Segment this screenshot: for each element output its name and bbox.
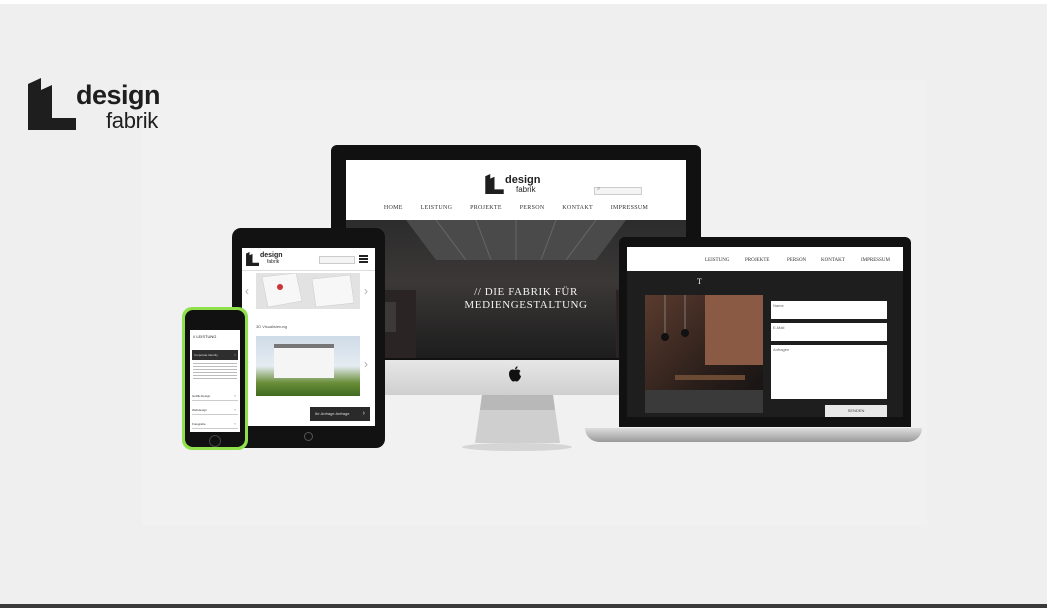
tablet-cta-label: Ihr Anfrage Anfrage	[315, 411, 350, 416]
laptop-heading: T	[697, 277, 702, 286]
hero-tagline: // DIE FABRIK FÜR MEDIENGESTALTUNG	[406, 286, 646, 312]
interior-photo	[645, 295, 763, 413]
chevron-down-icon: ˅	[234, 394, 236, 398]
factory-logo-icon	[485, 174, 504, 194]
nav-person[interactable]: PERSON	[520, 205, 545, 211]
site-logo: design fabrik	[485, 174, 545, 196]
search-input[interactable]: ⌕	[594, 186, 642, 195]
laptop-nav-leistung[interactable]: LEISTUNG	[705, 258, 729, 263]
chevron-right-icon[interactable]: ›	[364, 358, 368, 370]
arrow-right-icon: ›	[362, 410, 365, 417]
phone-mockup: // LEISTUNG Corporate Identity ˄ Grafik-…	[182, 307, 248, 450]
tablet-logo-word1: design	[260, 252, 283, 259]
laptop-nav-impressum[interactable]: IMPRESSUM	[861, 258, 890, 263]
send-button[interactable]: SENDEN	[825, 405, 887, 417]
laptop-screen: LEISTUNG PROJEKTE PERSON KONTAKT IMPRESS…	[627, 247, 903, 417]
laptop-nav-person[interactable]: PERSON	[787, 258, 806, 263]
tablet-logo-word2: fabrik	[267, 259, 280, 265]
tablet-screen: design fabrik ‹ › 3D Visualisierung ‹ ›	[242, 248, 375, 426]
nav-kontakt[interactable]: KONTAKT	[562, 205, 593, 211]
phone-item-3[interactable]: Fotografie ˅	[192, 420, 238, 429]
nav-leistung[interactable]: LEISTUNG	[421, 205, 453, 211]
phone-item-3-label: Fotografie	[192, 422, 206, 426]
laptop-mockup: LEISTUNG PROJEKTE PERSON KONTAKT IMPRESS…	[619, 237, 911, 427]
phone-item-2[interactable]: Webdesign ˅	[192, 406, 238, 415]
phone-section-title: // LEISTUNG	[193, 334, 217, 339]
paper-mockup-illustration	[261, 272, 355, 308]
phone-item-active-label: Corporate Identity	[194, 353, 218, 357]
tablet-cta-button[interactable]: Ihr Anfrage Anfrage ›	[310, 407, 370, 421]
phone-screen: // LEISTUNG Corporate Identity ˄ Grafik-…	[190, 330, 240, 432]
phone-body-text	[193, 363, 237, 385]
phone-item-active[interactable]: Corporate Identity ˄	[192, 350, 238, 360]
name-field[interactable]: Name	[771, 301, 887, 319]
factory-logo-icon	[28, 78, 76, 130]
interior-illustration	[645, 295, 763, 413]
search-icon: ⌕	[597, 186, 601, 192]
main-nav: HOME LEISTUNG PROJEKTE PERSON KONTAKT IM…	[346, 205, 686, 211]
phone-item-2-label: Webdesign	[192, 408, 207, 412]
tablet-mockup: design fabrik ‹ › 3D Visualisierung ‹ ›	[232, 228, 385, 448]
tablet-logo: design fabrik	[246, 252, 286, 268]
phone-home-button	[209, 435, 221, 447]
logo-word-design: design	[76, 80, 161, 110]
chevron-down-icon: ˅	[234, 408, 236, 412]
chevron-down-icon: ˅	[234, 422, 236, 426]
site-header: design fabrik ⌕ HOME LEISTUNG PROJEKTE P…	[346, 160, 686, 220]
chevron-left-icon[interactable]: ‹	[245, 285, 249, 297]
laptop-nav: LEISTUNG PROJEKTE PERSON KONTAKT IMPRESS…	[627, 247, 903, 271]
message-field[interactable]: Anfragen	[771, 345, 887, 399]
phone-body: // LEISTUNG Corporate Identity ˄ Grafik-…	[185, 310, 245, 447]
imac-stand	[462, 395, 572, 451]
tagline-line-2: MEDIENGESTALTUNG	[464, 299, 588, 311]
phone-item-1[interactable]: Grafik-Design ˅	[192, 392, 238, 401]
house-illustration	[274, 344, 334, 378]
apple-logo-icon	[509, 366, 521, 382]
site-logo-word2: fabrik	[516, 185, 536, 194]
chevron-right-icon[interactable]: ›	[364, 285, 368, 297]
top-edge	[0, 0, 1047, 4]
email-field[interactable]: E-Mail	[771, 323, 887, 341]
menu-icon[interactable]	[359, 255, 368, 263]
tablet-home-button	[304, 432, 313, 441]
tablet-search-input[interactable]	[319, 256, 355, 264]
laptop-base	[585, 428, 922, 442]
brand-logo: design fabrik	[28, 78, 178, 134]
chevron-up-icon: ˄	[234, 353, 236, 357]
bottom-edge	[0, 604, 1047, 608]
tablet-caption: 3D Visualisierung	[256, 324, 288, 329]
nav-impressum[interactable]: IMPRESSUM	[611, 205, 648, 211]
nav-home[interactable]: HOME	[384, 205, 403, 211]
tablet-header: design fabrik	[242, 248, 375, 271]
laptop-nav-projekte[interactable]: PROJEKTE	[745, 258, 769, 263]
logo-word-fabrik: fabrik	[106, 108, 158, 133]
tagline-line-1: // DIE FABRIK FÜR	[474, 286, 578, 298]
factory-logo-icon	[246, 252, 259, 266]
slider-image-1	[256, 272, 360, 309]
nav-projekte[interactable]: PROJEKTE	[470, 205, 502, 211]
phone-item-1-label: Grafik-Design	[192, 394, 211, 398]
laptop-nav-kontakt[interactable]: KONTAKT	[821, 258, 845, 263]
